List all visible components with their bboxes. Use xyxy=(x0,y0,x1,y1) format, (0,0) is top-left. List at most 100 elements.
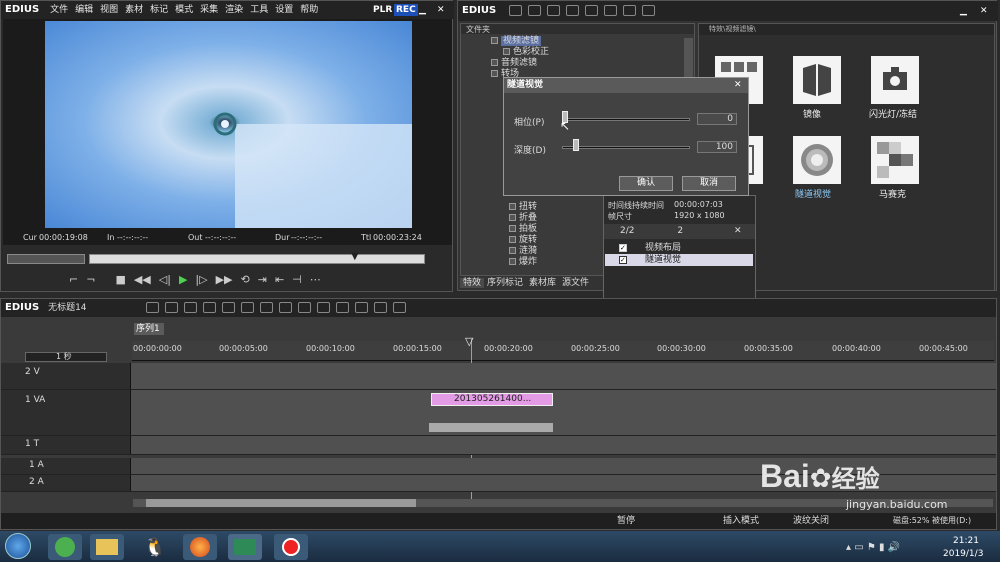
playhead-handle-icon[interactable]: ▽ xyxy=(465,335,473,348)
rewind-icon[interactable]: ◀◀ xyxy=(134,273,151,286)
tree-item-ripple[interactable]: 涟漪 xyxy=(509,246,537,257)
step-forward-icon[interactable]: |▷ xyxy=(195,273,207,286)
effects-minimize-icon[interactable]: ▁ xyxy=(960,1,967,21)
fast-forward-icon[interactable]: ▶▶ xyxy=(216,273,233,286)
tool-icon[interactable] xyxy=(203,302,216,313)
menu-clip[interactable]: 素材 xyxy=(125,5,143,15)
task-firefox-icon[interactable] xyxy=(183,534,217,560)
video-clip[interactable]: 201305261400... xyxy=(431,393,553,406)
tree-item-fold[interactable]: 折叠 xyxy=(509,213,537,224)
mark-in-icon[interactable]: ⌐ xyxy=(69,273,78,286)
timeline-hscroll-thumb[interactable] xyxy=(146,499,416,507)
tool-icon[interactable] xyxy=(184,302,197,313)
task-explorer-icon[interactable] xyxy=(90,534,124,560)
phase-input[interactable]: 0 xyxy=(697,113,737,125)
tool-icon[interactable] xyxy=(222,302,235,313)
scale-selector[interactable]: 1 秒 xyxy=(25,352,107,362)
tab-effects[interactable]: 特效 xyxy=(460,278,485,288)
cancel-button[interactable]: 取消 xyxy=(682,176,736,191)
mark-out-icon[interactable]: ¬ xyxy=(86,273,95,286)
playhead-marker-icon[interactable]: ▼ xyxy=(351,251,359,262)
task-360-icon[interactable] xyxy=(48,534,82,560)
properties-icon[interactable] xyxy=(604,5,618,16)
tree-item-rotate[interactable]: 旋转 xyxy=(509,235,537,246)
time-ruler[interactable]: 00:00:00:00 00:00:05:00 00:00:10:00 00:0… xyxy=(132,341,994,361)
tray-icons[interactable]: ▴ ▭ ⚑ ▮ 🔊 xyxy=(846,542,900,553)
copy-icon[interactable] xyxy=(547,5,561,16)
clock-time[interactable]: 21:21 xyxy=(953,536,979,546)
tree-item-video-filters[interactable]: 视频滤镜 xyxy=(491,36,694,47)
position-slider[interactable] xyxy=(89,254,425,264)
depth-slider[interactable] xyxy=(562,146,690,149)
depth-thumb[interactable] xyxy=(573,139,579,151)
tool-icon[interactable] xyxy=(279,302,292,313)
menu-settings[interactable]: 设置 xyxy=(275,5,293,15)
sequence-tab[interactable]: 序列1 xyxy=(134,323,164,335)
insert-icon[interactable]: ⇥ xyxy=(258,273,267,286)
shuttle-slider[interactable] xyxy=(7,254,85,264)
menu-help[interactable]: 帮助 xyxy=(300,5,318,15)
lock-icon[interactable] xyxy=(642,5,656,16)
tree-item-clapper[interactable]: 拍板 xyxy=(509,224,537,235)
tool-icon[interactable] xyxy=(317,302,330,313)
play-icon[interactable]: ▶ xyxy=(179,273,187,286)
tool-icon[interactable] xyxy=(374,302,387,313)
tree-item-color-correction[interactable]: 色彩校正 xyxy=(491,47,694,58)
tool-icon[interactable] xyxy=(298,302,311,313)
dialog-close-icon[interactable]: ✕ xyxy=(734,78,742,93)
folder-icon[interactable] xyxy=(509,5,523,16)
mirror-icon[interactable] xyxy=(793,56,841,104)
filter-item[interactable]: ✓ 隧道视觉 xyxy=(605,254,753,266)
split-icon[interactable]: ⊣ xyxy=(292,273,302,286)
tool-icon[interactable] xyxy=(355,302,368,313)
overwrite-icon[interactable]: ⇤ xyxy=(275,273,284,286)
task-record-icon[interactable] xyxy=(274,534,308,560)
plr-label[interactable]: PLR xyxy=(373,1,392,19)
tool-icon[interactable] xyxy=(241,302,254,313)
menu-view[interactable]: 视图 xyxy=(100,5,118,15)
tab-sequence-markers[interactable]: 序列标记 xyxy=(484,278,526,288)
view-icon[interactable] xyxy=(566,5,580,16)
menu-tools[interactable]: 工具 xyxy=(250,5,268,15)
stop-icon[interactable]: ■ xyxy=(115,273,125,286)
menu-marker[interactable]: 标记 xyxy=(150,5,168,15)
menu-mode[interactable]: 模式 xyxy=(175,5,193,15)
filter-item[interactable]: ✓ 视频布局 xyxy=(605,242,753,254)
ok-button[interactable]: 确认 xyxy=(619,176,673,191)
loop-icon[interactable]: ⟲ xyxy=(241,273,250,286)
audio-clip[interactable] xyxy=(429,423,553,432)
mosaic-icon[interactable] xyxy=(871,136,919,184)
list-view-icon[interactable] xyxy=(623,5,637,16)
tab-source[interactable]: 源文件 xyxy=(559,278,592,288)
tunnel-icon[interactable] xyxy=(793,136,841,184)
effects-close-icon[interactable]: ✕ xyxy=(980,1,988,21)
tree-item-explode[interactable]: 爆炸 xyxy=(509,257,537,268)
up-icon[interactable] xyxy=(528,5,542,16)
more-icon[interactable]: ⋯ xyxy=(310,273,321,286)
step-back-icon[interactable]: ◁| xyxy=(159,273,171,286)
clock-date[interactable]: 2019/1/3 xyxy=(943,549,983,559)
task-edius-icon[interactable] xyxy=(228,534,262,560)
tool-icon[interactable] xyxy=(393,302,406,313)
close-icon[interactable]: ✕ xyxy=(437,1,445,19)
tree-item-audio-filters[interactable]: 音频滤镜 xyxy=(491,58,694,69)
tool-icon[interactable] xyxy=(146,302,159,313)
delete-icon[interactable] xyxy=(585,5,599,16)
tool-icon[interactable] xyxy=(165,302,178,313)
info-close-icon[interactable]: ✕ xyxy=(734,224,742,239)
menu-render[interactable]: 渲染 xyxy=(225,5,243,15)
phase-slider[interactable] xyxy=(562,118,690,121)
rec-label[interactable]: REC xyxy=(394,4,418,16)
tab-library[interactable]: 素材库 xyxy=(526,278,559,288)
minimize-icon[interactable]: ▁ xyxy=(419,1,426,19)
menu-capture[interactable]: 采集 xyxy=(200,5,218,15)
depth-input[interactable]: 100 xyxy=(697,141,737,153)
tree-item-twist[interactable]: 扭转 xyxy=(509,202,537,213)
start-button[interactable] xyxy=(5,533,31,559)
menu-edit[interactable]: 编辑 xyxy=(75,5,93,15)
tool-icon[interactable] xyxy=(260,302,273,313)
menu-file[interactable]: 文件 xyxy=(50,5,68,15)
tool-icon[interactable] xyxy=(336,302,349,313)
task-qq-icon[interactable]: 🐧 xyxy=(138,534,172,560)
camera-icon[interactable] xyxy=(871,56,919,104)
